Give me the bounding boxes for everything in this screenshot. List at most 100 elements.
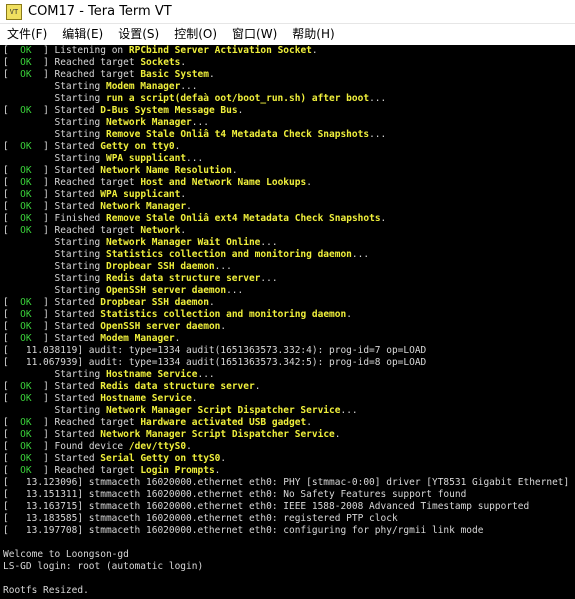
terminal-line: [ OK ] Started Statistics collection and… xyxy=(0,309,575,321)
terminal-message: Reached target Login Prompts. xyxy=(54,465,221,476)
status-spacer xyxy=(3,93,54,105)
terminal-message: Starting WPA supplicant... xyxy=(54,153,204,164)
ok-label: OK xyxy=(20,69,32,80)
terminal-line: [ OK ] Started Hostname Service. xyxy=(0,393,575,405)
terminal-line: Rootfs Resized. xyxy=(0,585,575,597)
terminal-message: Starting OpenSSH server daemon... xyxy=(54,285,244,296)
unit-name: OpenSSH server daemon xyxy=(105,285,227,296)
terminal-message: 13.151311] stmmaceth 16020000.ethernet e… xyxy=(14,489,467,500)
unit-name: Hardware activated USB gadget xyxy=(140,417,307,428)
ok-label: OK xyxy=(20,393,32,404)
unit-name: Getty on tty0 xyxy=(100,141,175,152)
terminal-message: Started Network Name Resolution. xyxy=(54,165,238,176)
unit-name: RPCbind Server Activation Socket xyxy=(128,45,312,56)
status-ok-badge: [ OK ] xyxy=(3,429,55,440)
unit-name: Basic System xyxy=(140,69,209,80)
unit-name: run a script(defaà oot/boot_run.sh) afte… xyxy=(105,93,370,104)
status-spacer xyxy=(3,81,54,93)
terminal-message: Welcome to Loongson-gd xyxy=(3,549,129,560)
unit-name: Network Manager xyxy=(100,201,187,212)
kernel-bracket: [ xyxy=(3,501,15,512)
status-ok-badge: [ OK ] xyxy=(3,105,55,116)
status-spacer xyxy=(3,129,54,141)
terminal-message: Started Statistics collection and monito… xyxy=(54,309,352,320)
unit-name: Network Name Resolution xyxy=(100,165,232,176)
status-ok-badge: [ OK ] xyxy=(3,57,55,68)
status-ok-badge: [ OK ] xyxy=(3,177,55,188)
terminal-line: [ OK ] Started D-Bus System Message Bus. xyxy=(0,105,575,117)
tera-term-window: VT COM17 - Tera Term VT 文件(F) 编辑(E) 设置(S… xyxy=(0,0,575,599)
status-spacer xyxy=(3,273,54,285)
status-ok-badge: [ OK ] xyxy=(3,213,55,224)
terminal-line: Starting Network Manager... xyxy=(0,117,575,129)
terminal-line: [ OK ] Started Dropbear SSH daemon. xyxy=(0,297,575,309)
terminal-message: Starting Hostname Service... xyxy=(54,369,215,380)
unit-name: /dev/ttyS0 xyxy=(128,441,187,452)
unit-name: Network xyxy=(140,225,181,236)
unit-name: WPA supplicant xyxy=(100,189,181,200)
ok-label: OK xyxy=(20,417,32,428)
status-ok-badge: [ OK ] xyxy=(3,45,55,56)
terminal-message: Starting Dropbear SSH daemon... xyxy=(54,261,232,272)
kernel-bracket: [ xyxy=(3,489,15,500)
terminal-line: [ OK ] Reached target Host and Network N… xyxy=(0,177,575,189)
status-ok-badge: [ OK ] xyxy=(3,297,55,308)
terminal-line: Starting Network Manager Wait Online... xyxy=(0,237,575,249)
unit-name: D-Bus System Message Bus xyxy=(100,105,238,116)
terminal-message: Started Redis data structure server. xyxy=(54,381,261,392)
ok-label: OK xyxy=(20,165,32,176)
terminal-message: Started Network Manager. xyxy=(54,201,192,212)
menu-edit[interactable]: 编辑(E) xyxy=(55,24,111,45)
terminal-line: [ OK ] Started Serial Getty on ttyS0. xyxy=(0,453,575,465)
status-spacer xyxy=(3,261,54,273)
menu-window[interactable]: 窗口(W) xyxy=(225,24,285,45)
kernel-bracket: [ xyxy=(3,525,15,536)
terminal-line: Starting Redis data structure server... xyxy=(0,273,575,285)
status-spacer xyxy=(3,237,54,249)
kernel-bracket: [ xyxy=(3,357,15,368)
unit-name: Modem Manager xyxy=(100,333,175,344)
terminal-line: LS-GD login: root (automatic login) xyxy=(0,561,575,573)
terminal-message: Reached target Host and Network Name Loo… xyxy=(54,177,312,188)
menu-control[interactable]: 控制(O) xyxy=(167,24,225,45)
terminal-output[interactable]: [ OK ] Listening on RPCbind Server Activ… xyxy=(0,45,575,599)
terminal-message: Listening on RPCbind Server Activation S… xyxy=(54,45,318,56)
terminal-message: 13.123096] stmmaceth 16020000.ethernet e… xyxy=(14,477,575,488)
terminal-line: [ 13.197708] stmmaceth 16020000.ethernet… xyxy=(0,525,575,537)
terminal-line: [ OK ] Reached target Basic System. xyxy=(0,69,575,81)
terminal-line: [ 13.151311] stmmaceth 16020000.ethernet… xyxy=(0,489,575,501)
status-ok-badge: [ OK ] xyxy=(3,465,55,476)
terminal-message: LS-GD login: root (automatic login) xyxy=(3,561,204,572)
terminal-message: Reached target Sockets. xyxy=(54,57,187,68)
terminal-message: Reached target Hardware activated USB ga… xyxy=(54,417,312,428)
terminal-message: Started Modem Manager. xyxy=(54,333,181,344)
ok-label: OK xyxy=(20,201,32,212)
terminal-message: 13.183585] stmmaceth 16020000.ethernet e… xyxy=(14,513,398,524)
status-ok-badge: [ OK ] xyxy=(3,309,55,320)
terminal-message: Started OpenSSH server daemon. xyxy=(54,321,227,332)
status-ok-badge: [ OK ] xyxy=(3,393,55,404)
unit-name: WPA supplicant xyxy=(105,153,187,164)
title-bar: VT COM17 - Tera Term VT xyxy=(0,0,575,24)
menu-file[interactable]: 文件(F) xyxy=(0,24,55,45)
ok-label: OK xyxy=(20,189,32,200)
terminal-line: [ OK ] Started Modem Manager. xyxy=(0,333,575,345)
unit-name: Network Manager Wait Online xyxy=(105,237,261,248)
tera-term-app-icon[interactable]: VT xyxy=(6,3,22,20)
terminal-line: [ OK ] Reached target Network. xyxy=(0,225,575,237)
menu-setup[interactable]: 设置(S) xyxy=(111,24,167,45)
ok-label: OK xyxy=(20,225,32,236)
status-ok-badge: [ OK ] xyxy=(3,417,55,428)
terminal-line: Starting Remove Stale Onliâ t4 Metadata … xyxy=(0,129,575,141)
unit-name: Login Prompts xyxy=(140,465,215,476)
terminal-line: Starting Modem Manager... xyxy=(0,81,575,93)
terminal-message: Rootfs Resized. xyxy=(3,585,89,596)
terminal-line: Starting Hostname Service... xyxy=(0,369,575,381)
ok-label: OK xyxy=(20,57,32,68)
terminal-line: [ OK ] Started Network Manager Script Di… xyxy=(0,429,575,441)
menu-help[interactable]: 帮助(H) xyxy=(285,24,342,45)
terminal-line: Welcome to Loongson-gd xyxy=(0,549,575,561)
unit-name: Hostname Service xyxy=(100,393,192,404)
ok-label: OK xyxy=(20,105,32,116)
terminal-line: [ 13.123096] stmmaceth 16020000.ethernet… xyxy=(0,477,575,489)
